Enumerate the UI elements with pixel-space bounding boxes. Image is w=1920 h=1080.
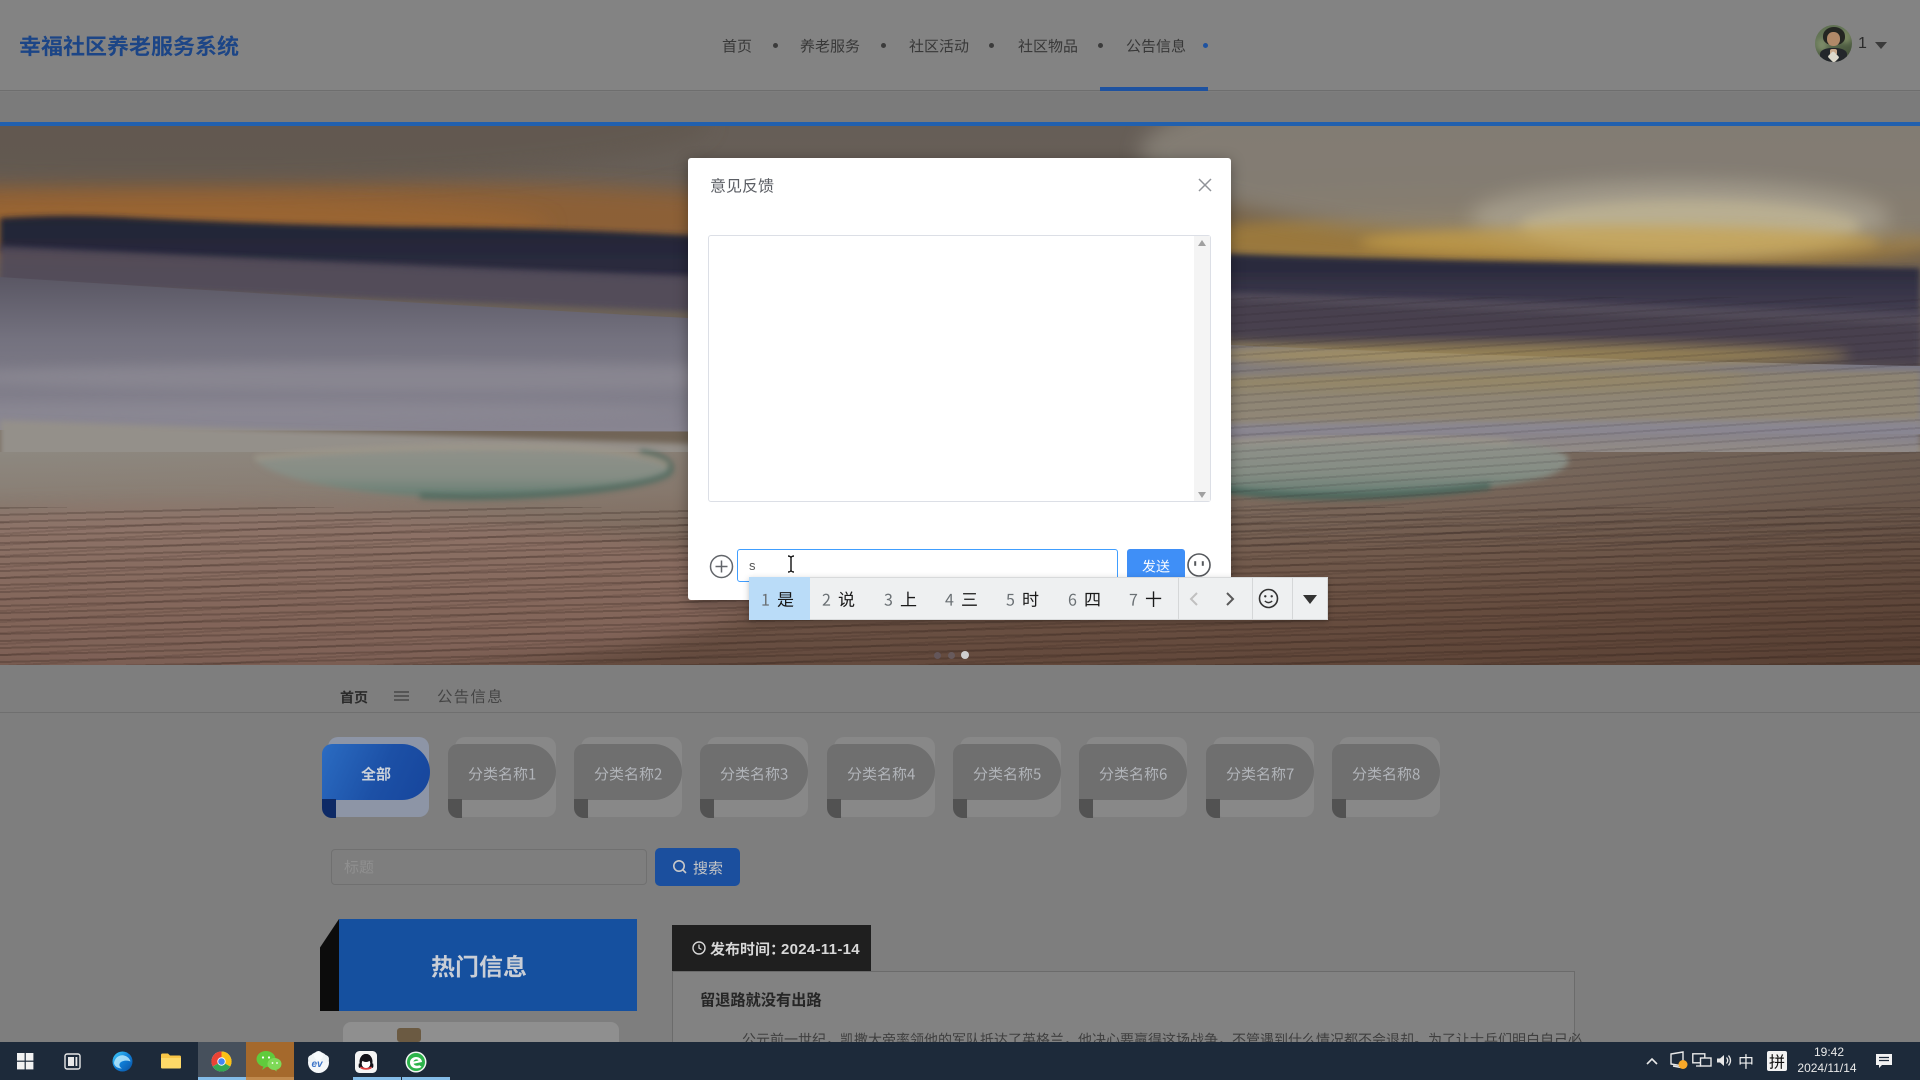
svg-text:ev: ev	[312, 1059, 325, 1070]
